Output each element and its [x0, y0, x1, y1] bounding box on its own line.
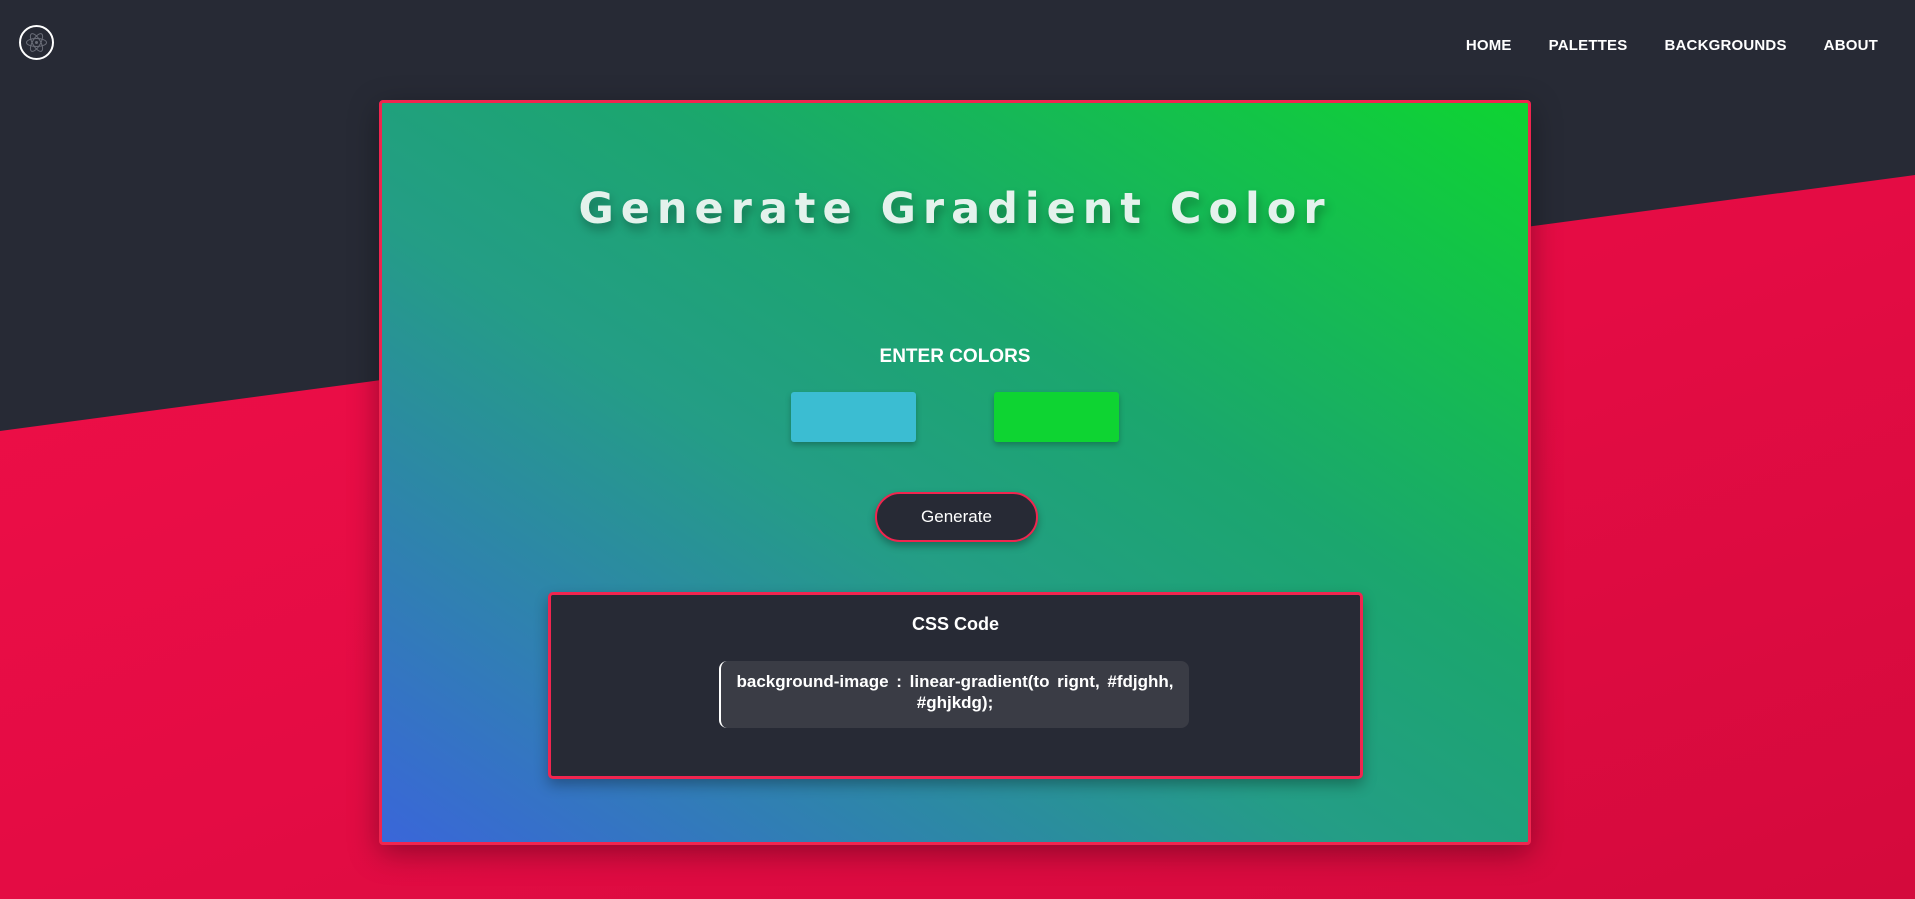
generate-button[interactable]: Generate — [875, 492, 1038, 542]
nav-link-palettes[interactable]: PALETTES — [1549, 36, 1628, 56]
color-input-2[interactable] — [994, 392, 1119, 442]
css-code-output: background-image : linear-gradient(to ri… — [719, 661, 1189, 728]
nav-link-home[interactable]: HOME — [1466, 36, 1512, 56]
atom-icon — [26, 33, 47, 52]
css-code-panel: CSS Code background-image : linear-gradi… — [548, 592, 1363, 779]
nav-link-backgrounds[interactable]: BACKGROUNDS — [1664, 36, 1786, 56]
nav-link-about[interactable]: ABOUT — [1824, 36, 1878, 56]
navbar: HOME PALETTES BACKGROUNDS ABOUT — [0, 0, 1915, 88]
nav-links: HOME PALETTES BACKGROUNDS ABOUT — [1466, 36, 1915, 56]
color-input-1[interactable] — [791, 392, 916, 442]
enter-colors-label: ENTER COLORS — [879, 346, 1031, 367]
page-title: Generate Gradient Color — [578, 184, 1332, 234]
atom-logo-icon[interactable] — [19, 25, 54, 60]
gradient-preview-card: Generate Gradient Color ENTER COLORS Gen… — [379, 100, 1531, 845]
css-code-title: CSS Code — [911, 614, 999, 634]
